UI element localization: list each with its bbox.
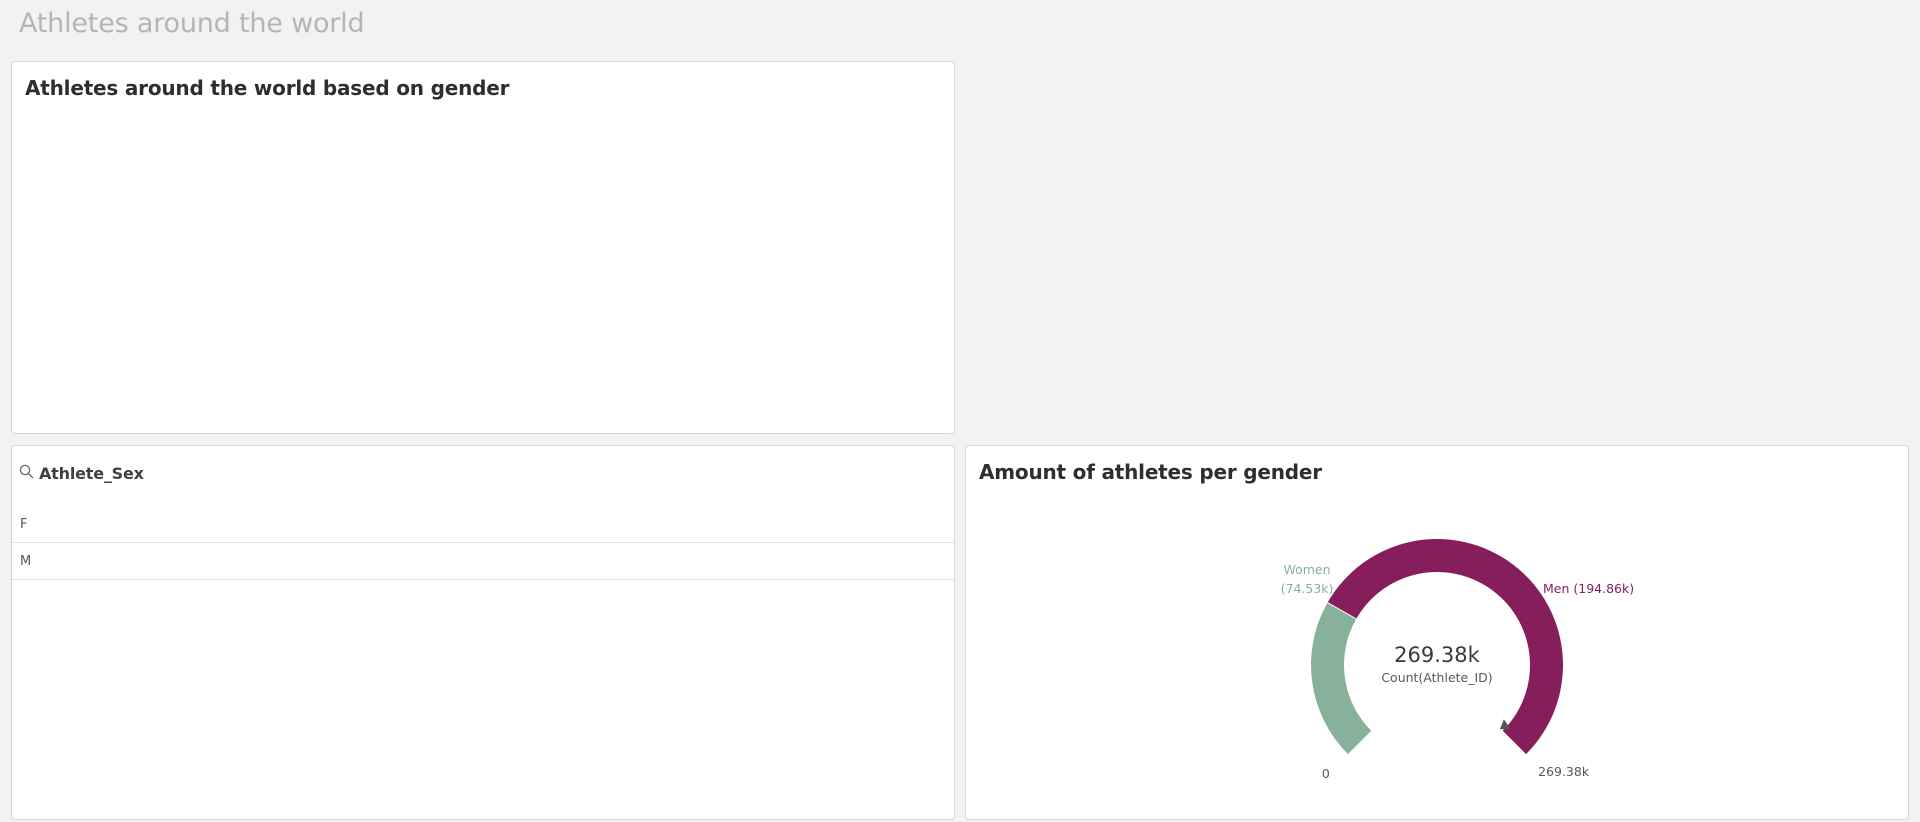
map-panel[interactable]: Athletes around the world based on gende… <box>11 61 955 434</box>
filter-value-m[interactable]: M <box>12 543 954 580</box>
filter-title: Athlete_Sex <box>39 463 144 483</box>
sheet-title: Athletes around the world <box>19 8 365 39</box>
gauge-center-value: 269.38k <box>1394 643 1480 667</box>
gauge-center-label: Count(Athlete_ID) <box>1381 670 1492 685</box>
filter-value-f[interactable]: F <box>12 506 954 543</box>
gauge-label-men: Men (194.86k) <box>1543 581 1634 596</box>
filter-list: F M <box>12 506 954 580</box>
filter-panel[interactable]: Athlete_Sex F M <box>11 445 955 820</box>
gauge-max-label: 269.38k <box>1538 764 1590 779</box>
gauge-panel[interactable]: Amount of athletes per gender Women (74.… <box>965 445 1909 820</box>
map-panel-title: Athletes around the world based on gende… <box>25 76 510 100</box>
filter-header[interactable]: Athlete_Sex <box>19 462 144 484</box>
search-icon[interactable] <box>19 464 34 483</box>
gauge-chart: Women (74.53k) Men (194.86k) 269.38k Cou… <box>1281 539 1634 781</box>
gauge-label-women-name: Women <box>1283 562 1330 577</box>
gauge-min-label: 0 <box>1322 766 1330 781</box>
gauge-segment-women[interactable] <box>1311 602 1372 755</box>
gauge-label-women-value: (74.53k) <box>1281 581 1334 596</box>
